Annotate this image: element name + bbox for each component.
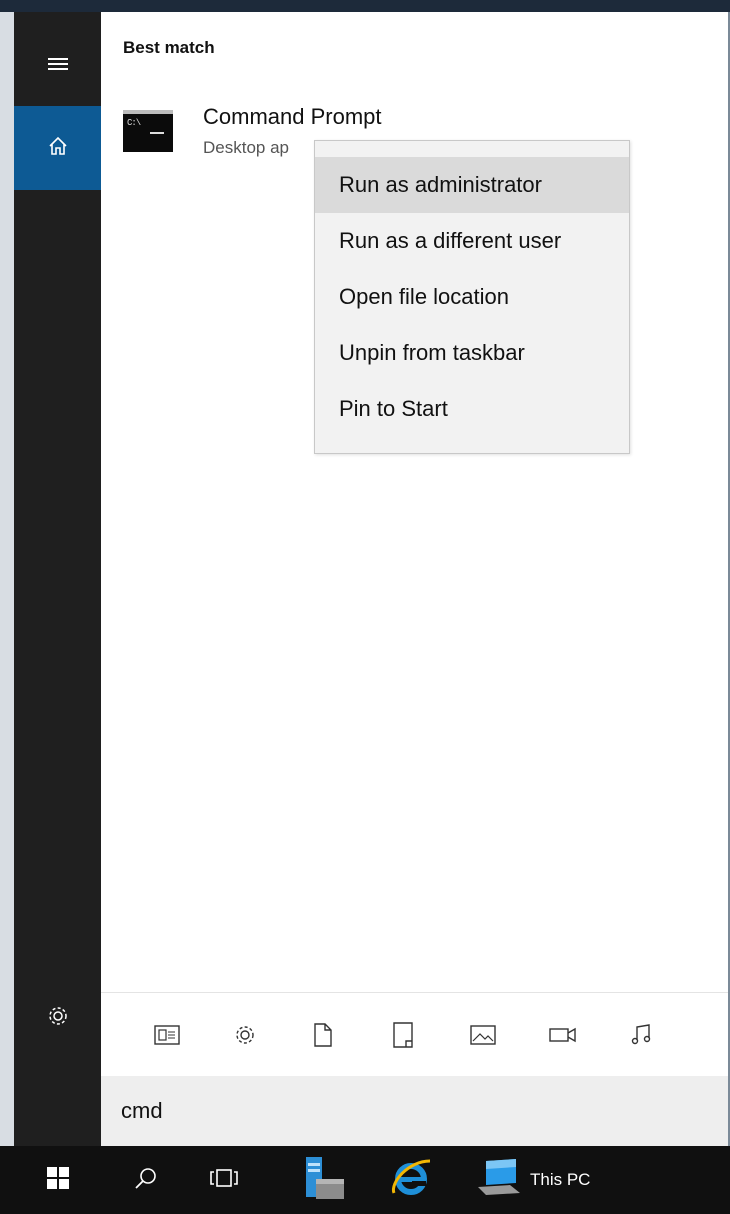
settings-gear-icon (46, 1004, 70, 1033)
hamburger-menu-icon (47, 56, 68, 77)
search-box[interactable] (101, 1076, 728, 1146)
search-input[interactable] (121, 1094, 701, 1128)
task-view-icon (209, 1168, 239, 1193)
command-prompt-icon-cursor (150, 132, 164, 134)
folders-icon[interactable] (387, 1019, 419, 1051)
menu-item-pin-to-start[interactable]: Pin to Start (315, 381, 629, 437)
desktop-background-strip (0, 0, 730, 12)
server-manager-button[interactable] (296, 1146, 350, 1214)
desktop-edge (0, 12, 14, 1146)
videos-icon[interactable] (547, 1019, 579, 1051)
start-button[interactable] (38, 1146, 78, 1214)
internet-explorer-button[interactable] (384, 1146, 438, 1214)
taskbar-search-button[interactable] (126, 1146, 166, 1214)
search-icon (134, 1166, 158, 1195)
this-pc-button[interactable]: This PC (476, 1146, 626, 1214)
hamburger-menu-button[interactable] (14, 40, 101, 92)
music-icon[interactable] (627, 1019, 659, 1051)
context-menu: Run as administrator Run as a different … (314, 140, 630, 454)
menu-item-unpin-from-taskbar[interactable]: Unpin from taskbar (315, 325, 629, 381)
settings-icon[interactable] (229, 1019, 261, 1051)
result-title: Command Prompt (203, 104, 382, 129)
menu-item-run-as-different-user[interactable]: Run as a different user (315, 213, 629, 269)
menu-item-open-file-location[interactable]: Open file location (315, 269, 629, 325)
command-prompt-icon: C:\ (123, 110, 173, 152)
internet-explorer-icon (388, 1155, 434, 1206)
photos-icon[interactable] (467, 1019, 499, 1051)
menu-item-run-as-administrator[interactable]: Run as administrator (315, 157, 629, 213)
this-pc-label: This PC (530, 1170, 591, 1189)
server-manager-icon (300, 1155, 346, 1206)
search-filter-bar (101, 992, 728, 1077)
documents-icon[interactable] (307, 1019, 339, 1051)
command-prompt-icon-text: C:\ (127, 118, 141, 128)
settings-button[interactable] (14, 992, 101, 1044)
task-view-button[interactable] (204, 1146, 244, 1214)
this-pc-icon (476, 1157, 522, 1204)
result-subtitle: Desktop ap (203, 138, 289, 157)
start-menu-rail (14, 12, 101, 1146)
home-icon (47, 135, 69, 162)
windows-start-icon (47, 1166, 69, 1194)
apps-icon[interactable] (151, 1019, 183, 1051)
home-button[interactable] (14, 106, 101, 190)
taskbar: This PC (0, 1146, 730, 1214)
best-match-heading: Best match (123, 38, 215, 57)
